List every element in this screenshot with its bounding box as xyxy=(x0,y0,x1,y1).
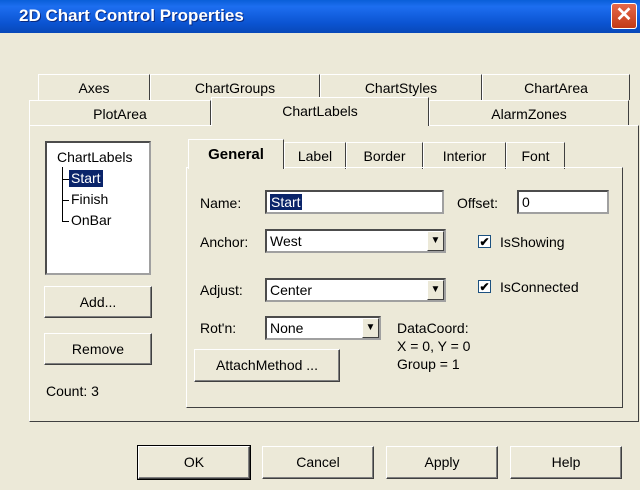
name-value: Start xyxy=(270,194,302,210)
datacoord-xy: X = 0, Y = 0 xyxy=(397,338,471,354)
rotn-value: None xyxy=(270,320,304,336)
tab-plotarea[interactable]: PlotArea xyxy=(29,100,211,126)
subtab-font[interactable]: Font xyxy=(506,142,565,169)
name-label: Name: xyxy=(200,195,242,211)
name-field[interactable]: Start xyxy=(265,190,444,214)
tree-connector xyxy=(62,179,69,180)
dialog-window: 2D Chart Control Properties ✕ Axes Chart… xyxy=(0,0,640,490)
close-button[interactable]: ✕ xyxy=(611,3,637,29)
adjust-label: Adjust: xyxy=(200,282,243,298)
rotn-label: Rot'n: xyxy=(200,320,237,336)
tree-item-onbar[interactable]: OnBar xyxy=(69,212,113,229)
chevron-down-icon[interactable]: ▼ xyxy=(427,280,444,300)
tab-axes[interactable]: Axes xyxy=(38,74,150,100)
subtab-label[interactable]: Label xyxy=(284,142,346,169)
count-text: Count: 3 xyxy=(46,383,99,399)
anchor-label: Anchor: xyxy=(200,234,249,250)
chartlabels-tree[interactable]: ChartLabels Start Finish OnBar xyxy=(45,141,151,275)
isconnected-label: IsConnected xyxy=(500,279,579,295)
cancel-button[interactable]: Cancel xyxy=(262,446,374,479)
title-bar[interactable]: 2D Chart Control Properties ✕ xyxy=(0,0,640,33)
add-button[interactable]: Add... xyxy=(44,286,152,318)
adjust-value: Center xyxy=(270,282,313,298)
tree-connector xyxy=(62,200,69,201)
tree-connector xyxy=(62,167,63,222)
offset-label: Offset: xyxy=(457,195,498,211)
isconnected-checkbox[interactable]: ✔ xyxy=(478,280,491,293)
tab-alarmzones[interactable]: AlarmZones xyxy=(429,100,629,126)
isshowing-checkbox[interactable]: ✔ xyxy=(478,235,491,248)
tab-chartarea[interactable]: ChartArea xyxy=(482,74,630,100)
subtab-interior[interactable]: Interior xyxy=(423,142,506,169)
tree-root-chartlabels[interactable]: ChartLabels xyxy=(57,149,133,165)
rotn-select[interactable]: None ▼ xyxy=(265,316,381,340)
tab-chartlabels[interactable]: ChartLabels xyxy=(211,97,429,126)
offset-field[interactable]: 0 xyxy=(517,190,609,214)
datacoord-group: Group = 1 xyxy=(397,356,460,372)
window-title: 2D Chart Control Properties xyxy=(19,6,244,25)
apply-button[interactable]: Apply xyxy=(386,446,498,479)
anchor-select[interactable]: West ▼ xyxy=(265,229,446,253)
subtab-general[interactable]: General xyxy=(188,139,284,169)
adjust-select[interactable]: Center ▼ xyxy=(265,278,446,302)
chevron-down-icon[interactable]: ▼ xyxy=(427,231,444,251)
attach-method-button[interactable]: AttachMethod ... xyxy=(194,349,340,382)
tree-item-start[interactable]: Start xyxy=(69,170,103,187)
tree-connector xyxy=(62,221,69,222)
chevron-down-icon[interactable]: ▼ xyxy=(362,318,379,338)
tree-item-finish[interactable]: Finish xyxy=(69,191,110,208)
remove-button[interactable]: Remove xyxy=(44,333,152,365)
anchor-value: West xyxy=(270,233,302,249)
datacoord-title: DataCoord: xyxy=(397,320,469,336)
ok-button[interactable]: OK xyxy=(137,445,251,480)
isshowing-label: IsShowing xyxy=(500,234,565,250)
help-button[interactable]: Help xyxy=(510,446,622,479)
subtab-border[interactable]: Border xyxy=(346,142,423,169)
